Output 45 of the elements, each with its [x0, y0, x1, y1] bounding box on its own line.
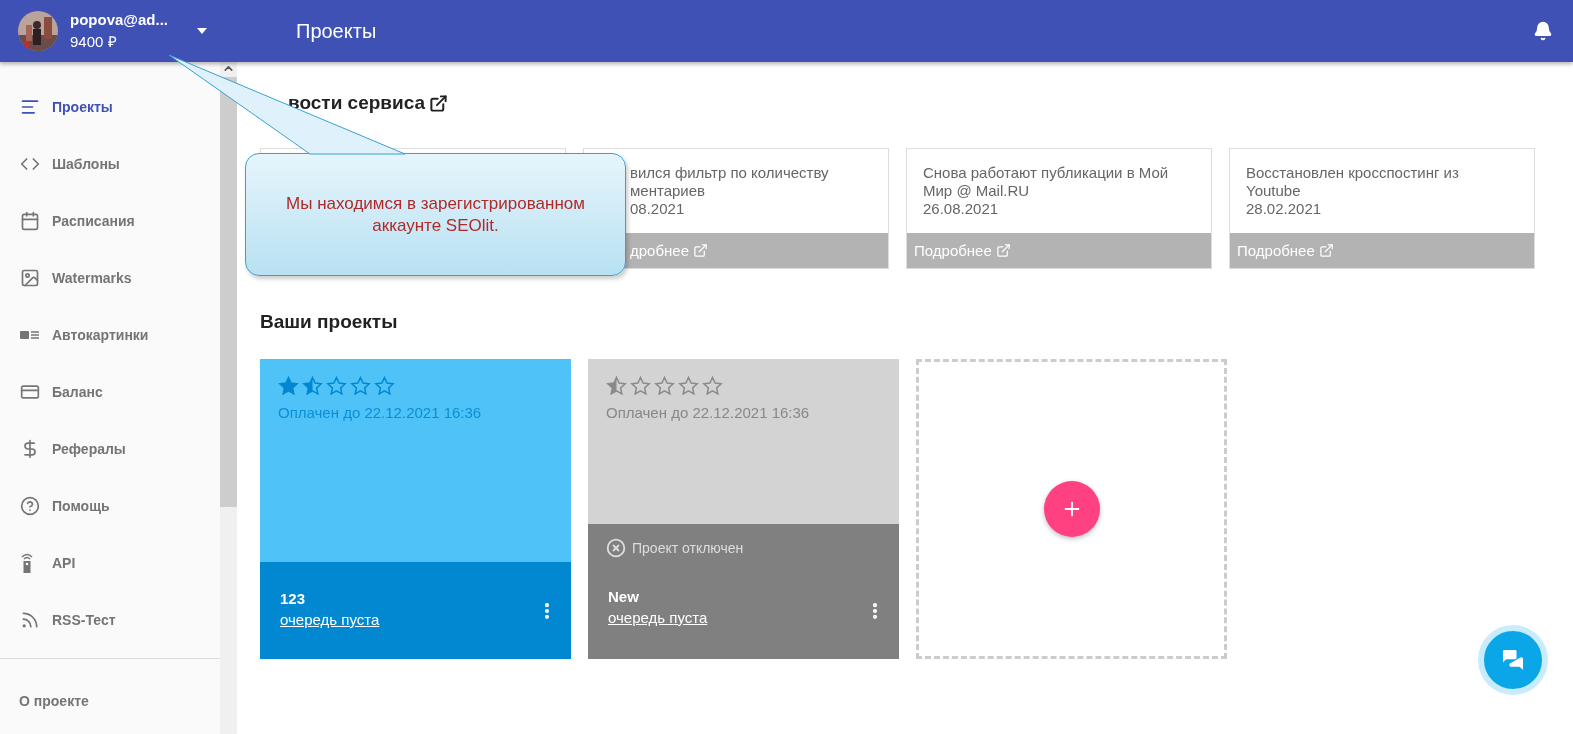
- sidebar-item[interactable]: Шаблоны: [0, 135, 220, 192]
- news-title: Youtube: [1246, 182, 1302, 200]
- sidebar-item[interactable]: Расписания: [0, 192, 220, 249]
- paid-until: Оплачен до 22.12.2021 16:36: [278, 404, 483, 421]
- news-date: 08.2021: [630, 200, 686, 218]
- chat-icon: [1500, 647, 1526, 673]
- external-link-icon: [995, 243, 1011, 258]
- project-name: New: [608, 588, 640, 605]
- about-link[interactable]: О проекте: [0, 659, 220, 709]
- help-icon: [20, 495, 40, 516]
- sidebar-item[interactable]: Помощь: [0, 477, 220, 534]
- image-icon: [20, 267, 40, 288]
- balance: 9400 ₽: [70, 32, 118, 51]
- page-title: Проекты: [296, 19, 378, 43]
- sidebar-item[interactable]: Баланс: [0, 363, 220, 420]
- news-title: ментариев: [630, 182, 706, 200]
- news-title: вился фильтр по количеству: [630, 164, 830, 182]
- sidebar-item[interactable]: Автокартинки: [0, 306, 220, 363]
- bell-icon[interactable]: [1533, 21, 1553, 41]
- news-date: 28.02.2021: [1246, 200, 1323, 218]
- external-link-icon: [1318, 243, 1334, 258]
- news-title: Мир @ Mail.RU: [923, 182, 1031, 200]
- external-link-icon: [693, 243, 708, 258]
- scrollbar-thumb[interactable]: [220, 77, 237, 507]
- calendar-icon: [20, 210, 40, 231]
- sidebar-item[interactable]: Watermarks: [0, 249, 220, 306]
- project-name: 123: [280, 590, 307, 607]
- external-link-icon[interactable]: [429, 93, 449, 113]
- section-heading: вости сервиса: [288, 92, 426, 114]
- add-button[interactable]: [1043, 481, 1100, 537]
- sidebar-item[interactable]: API: [0, 534, 220, 591]
- sidebar-item[interactable]: Проекты: [0, 78, 220, 135]
- sidebar-item[interactable]: Рефералы: [0, 420, 220, 477]
- caret-icon[interactable]: [196, 27, 208, 35]
- news-title: Снова работают публикации в Мой: [923, 164, 1170, 182]
- section-heading: Ваши проекты: [260, 311, 398, 333]
- sidebar-item[interactable]: RSS-Тест: [0, 591, 220, 648]
- project-status: Проект отключен: [632, 540, 744, 556]
- user-email: popova@ad...: [70, 11, 169, 28]
- callout: Мы находимся в зарегистрированном аккаунте SEOlit.: [245, 153, 626, 276]
- paid-until: Оплачен до 22.12.2021 16:36: [606, 404, 811, 421]
- queue-link[interactable]: очередь пуста: [280, 611, 380, 628]
- disabled-icon: [606, 538, 626, 558]
- news-title: Восстановлен кросспостинг из: [1246, 164, 1460, 182]
- news-date: 26.08.2021: [923, 200, 1000, 218]
